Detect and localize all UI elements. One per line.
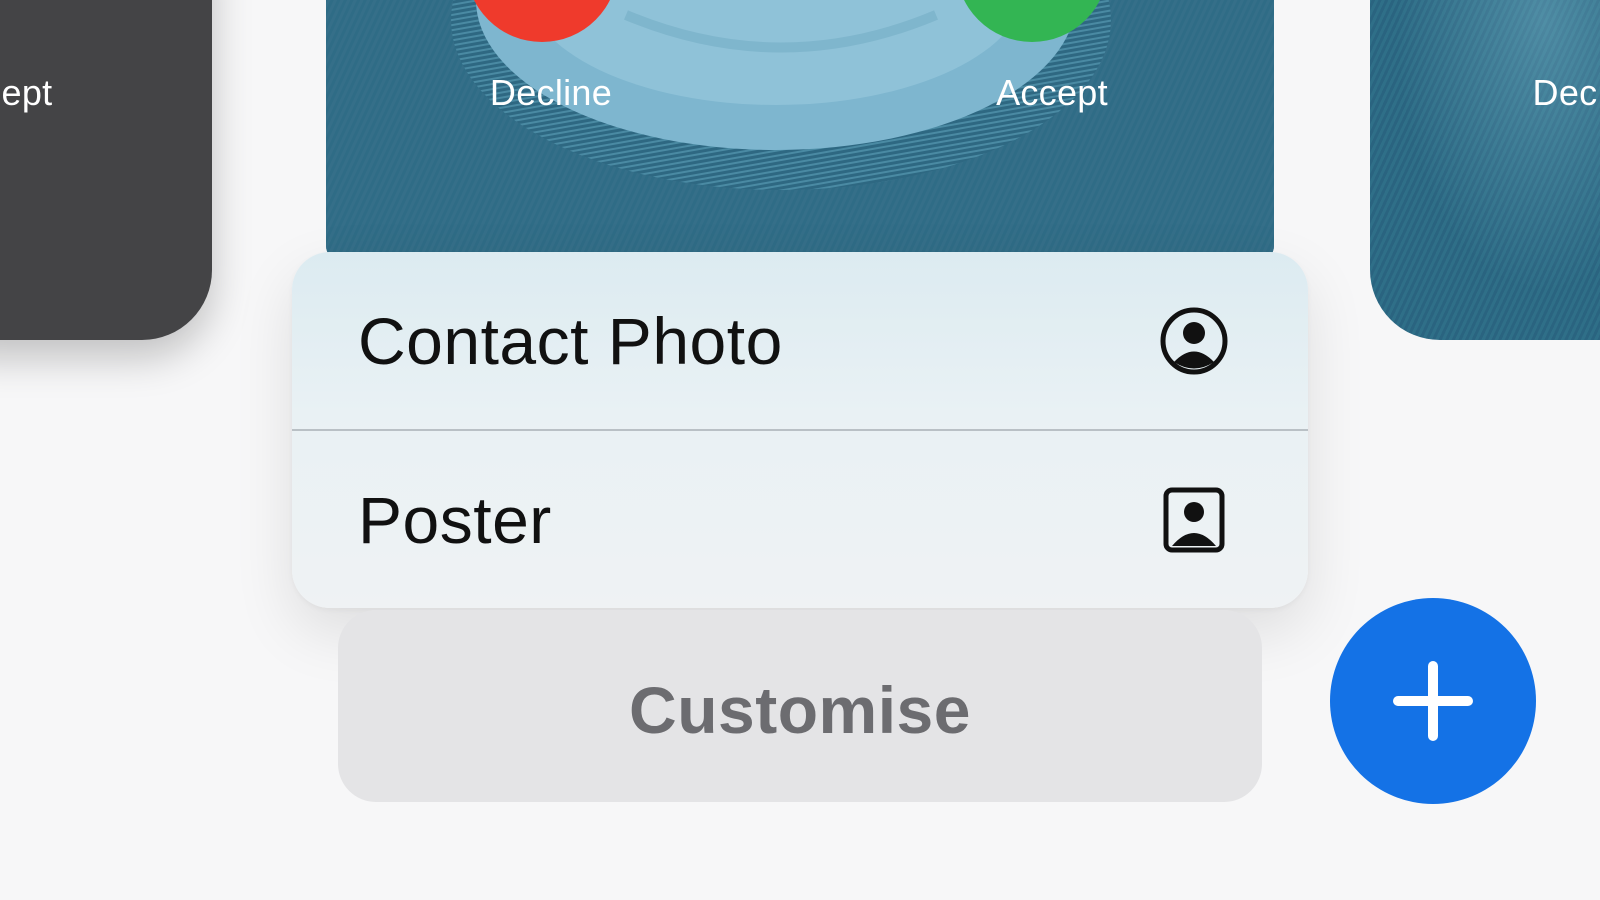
right-decline-label: Dec: [1532, 72, 1598, 113]
menu-item-poster[interactable]: Poster: [292, 431, 1308, 608]
contact-poster-preview: [326, 0, 1274, 260]
person-rectangle-icon: [1163, 487, 1225, 552]
plus-icon: [1393, 661, 1473, 741]
poster-photo: [326, 0, 1274, 260]
accept-label: Accept: [996, 72, 1108, 113]
person-circle-icon: [1160, 307, 1228, 374]
menu-item-contact-photo[interactable]: Contact Photo: [292, 252, 1308, 429]
customise-button[interactable]: Customise: [338, 610, 1262, 802]
left-poster-preview[interactable]: [0, 0, 212, 340]
decline-label: Decline: [489, 72, 613, 113]
menu-item-label: Poster: [358, 482, 552, 557]
left-accept-label: ept: [1, 72, 53, 113]
menu-item-label: Contact Photo: [358, 303, 783, 378]
right-poster-preview[interactable]: [1370, 0, 1600, 340]
add-poster-button[interactable]: [1330, 598, 1536, 804]
photo-options-menu: Contact Photo Poster: [292, 252, 1308, 608]
customise-label: Customise: [629, 672, 971, 747]
